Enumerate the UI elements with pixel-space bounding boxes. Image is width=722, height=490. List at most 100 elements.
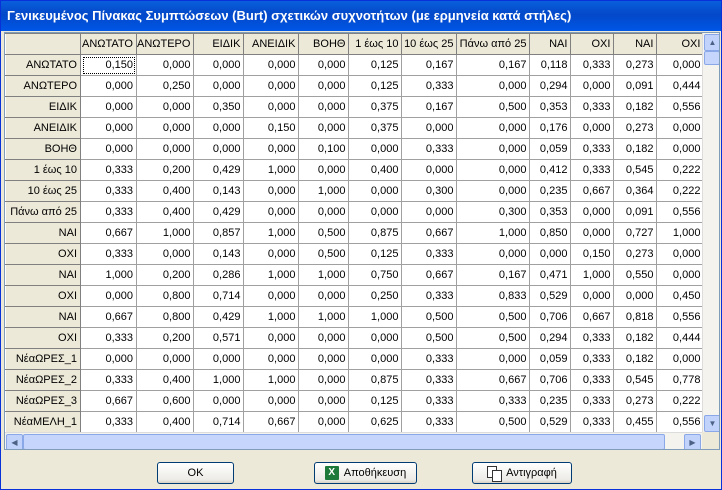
table-cell[interactable]: 0,000 xyxy=(456,180,531,202)
table-cell[interactable]: 0,000 xyxy=(570,285,615,307)
table-cell[interactable]: 0,333 xyxy=(401,369,458,391)
table-cell[interactable]: 0,714 xyxy=(193,285,245,307)
table-cell[interactable]: 0,000 xyxy=(456,243,531,265)
row-header[interactable]: ΑΝΕΙΔΙΚ xyxy=(5,117,81,139)
table-cell[interactable]: 0,000 xyxy=(243,138,300,160)
table-cell[interactable]: 0,000 xyxy=(80,348,137,370)
table-cell[interactable]: 0,294 xyxy=(529,75,572,97)
row-header[interactable]: ΟΧΙ xyxy=(5,285,81,307)
table-cell[interactable]: 0,706 xyxy=(529,369,572,391)
table-cell[interactable]: 0,333 xyxy=(401,243,458,265)
table-cell[interactable]: 0,222 xyxy=(656,159,705,181)
table-cell[interactable]: 0,471 xyxy=(529,264,572,286)
table-cell[interactable]: 0,000 xyxy=(80,75,137,97)
save-button[interactable]: X Αποθήκευση xyxy=(314,462,417,484)
table-cell[interactable]: 1,000 xyxy=(193,369,245,391)
table-cell[interactable]: 0,333 xyxy=(401,285,458,307)
table-cell[interactable]: 0,118 xyxy=(529,54,572,76)
scroll-down-icon[interactable]: ▼ xyxy=(704,415,719,432)
table-cell[interactable]: 0,143 xyxy=(193,180,245,202)
table-cell[interactable]: 0,529 xyxy=(529,285,572,307)
table-cell[interactable]: 0,000 xyxy=(401,159,458,181)
table-cell[interactable]: 0,000 xyxy=(656,138,705,160)
table-cell[interactable]: 0,364 xyxy=(613,180,658,202)
table-cell[interactable]: 0,143 xyxy=(193,243,245,265)
horizontal-scroll-thumb[interactable] xyxy=(23,434,665,449)
table-cell[interactable]: 0,000 xyxy=(401,117,458,139)
table-cell[interactable]: 0,000 xyxy=(193,54,245,76)
table-cell[interactable]: 0,400 xyxy=(135,180,195,202)
column-header[interactable]: ΑΝΕΙΔΙΚ xyxy=(243,33,300,55)
table-cell[interactable]: 0,000 xyxy=(135,117,195,139)
table-cell[interactable]: 0,500 xyxy=(298,222,350,244)
table-cell[interactable]: 0,000 xyxy=(298,327,350,349)
table-cell[interactable]: 0,300 xyxy=(401,180,458,202)
table-cell[interactable]: 0,667 xyxy=(570,180,615,202)
table-cell[interactable]: 0,333 xyxy=(570,159,615,181)
table-cell[interactable]: 0,250 xyxy=(348,285,403,307)
column-header[interactable]: ΝΑΙ xyxy=(529,33,572,55)
table-cell[interactable]: 1,000 xyxy=(298,264,350,286)
table-cell[interactable]: 0,000 xyxy=(298,117,350,139)
table-cell[interactable]: 0,667 xyxy=(80,222,137,244)
table-cell[interactable]: 0,333 xyxy=(570,327,615,349)
table-cell[interactable]: 0,000 xyxy=(656,348,705,370)
row-header[interactable]: ΟΧΙ xyxy=(5,243,81,265)
table-cell[interactable]: 0,200 xyxy=(135,327,195,349)
table-cell[interactable]: 0,000 xyxy=(348,348,403,370)
row-header[interactable]: 1 έως 10 xyxy=(5,159,81,181)
table-cell[interactable]: 0,444 xyxy=(656,327,705,349)
table-cell[interactable]: 0,125 xyxy=(348,243,403,265)
scroll-left-icon[interactable]: ◀ xyxy=(6,434,23,449)
table-cell[interactable]: 0,500 xyxy=(456,306,531,328)
table-cell[interactable]: 0,000 xyxy=(529,243,572,265)
column-header[interactable]: ΒΟΗΘ xyxy=(298,33,350,55)
table-cell[interactable]: 0,667 xyxy=(570,306,615,328)
table-cell[interactable]: 0,556 xyxy=(656,411,705,433)
table-cell[interactable]: 0,000 xyxy=(243,285,300,307)
table-cell[interactable]: 0,333 xyxy=(80,201,137,223)
row-header[interactable]: ΝΑΙ xyxy=(5,222,81,244)
vertical-scrollbar[interactable]: ▲ ▼ xyxy=(702,33,719,432)
column-header[interactable]: 1 έως 10 xyxy=(348,33,403,55)
table-cell[interactable]: 0,182 xyxy=(613,138,658,160)
table-cell[interactable]: 0,167 xyxy=(456,264,531,286)
table-cell[interactable]: 0,400 xyxy=(135,201,195,223)
table-cell[interactable]: 0,556 xyxy=(656,306,705,328)
table-cell[interactable]: 0,200 xyxy=(135,264,195,286)
table-cell[interactable]: 0,667 xyxy=(243,411,300,433)
table-cell[interactable]: 0,000 xyxy=(570,117,615,139)
table-cell[interactable]: 1,000 xyxy=(570,264,615,286)
table-cell[interactable]: 0,333 xyxy=(80,243,137,265)
table-cell[interactable]: 0,400 xyxy=(135,411,195,433)
table-cell[interactable]: 0,000 xyxy=(243,180,300,202)
table-cell[interactable]: 0,150 xyxy=(80,54,137,76)
table-cell[interactable]: 0,000 xyxy=(456,159,531,181)
table-cell[interactable]: 1,000 xyxy=(243,306,300,328)
table-cell[interactable]: 0,556 xyxy=(656,96,705,118)
table-cell[interactable]: 0,857 xyxy=(193,222,245,244)
table-cell[interactable]: 0,545 xyxy=(613,159,658,181)
table-cell[interactable]: 0,850 xyxy=(529,222,572,244)
row-header[interactable]: ΝέαΩΡΕΣ_1 xyxy=(5,348,81,370)
table-cell[interactable]: 0,800 xyxy=(135,285,195,307)
table-cell[interactable]: 0,000 xyxy=(456,75,531,97)
table-cell[interactable]: 1,000 xyxy=(243,159,300,181)
table-cell[interactable]: 0,545 xyxy=(613,369,658,391)
row-header[interactable]: ΝΑΙ xyxy=(5,264,81,286)
table-cell[interactable]: 0,429 xyxy=(193,159,245,181)
table-cell[interactable]: 0,000 xyxy=(193,390,245,412)
table-cell[interactable]: 0,150 xyxy=(243,117,300,139)
table-cell[interactable]: 0,500 xyxy=(456,327,531,349)
row-header[interactable]: 10 έως 25 xyxy=(5,180,81,202)
table-cell[interactable]: 0,412 xyxy=(529,159,572,181)
table-cell[interactable]: 0,375 xyxy=(348,117,403,139)
table-cell[interactable]: 0,000 xyxy=(348,201,403,223)
table-cell[interactable]: 0,818 xyxy=(613,306,658,328)
table-cell[interactable]: 0,000 xyxy=(348,327,403,349)
row-header[interactable]: ΟΧΙ xyxy=(5,327,81,349)
table-cell[interactable]: 0,571 xyxy=(193,327,245,349)
table-cell[interactable]: 0,000 xyxy=(135,54,195,76)
table-cell[interactable]: 0,000 xyxy=(243,390,300,412)
column-header[interactable]: ΑΝΩΤΕΡΟ xyxy=(135,33,195,55)
